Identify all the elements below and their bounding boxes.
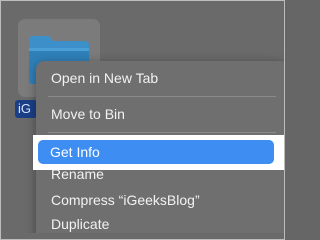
menu-item-move-to-bin[interactable]: Move to Bin — [36, 102, 284, 126]
finder-window: iG Open in New Tab Move to Bin Rename Co… — [0, 0, 285, 240]
menu-separator — [48, 132, 276, 133]
menu-item-open-in-new-tab[interactable]: Open in New Tab — [36, 66, 284, 90]
menu-separator — [48, 96, 276, 97]
menu-item-compress[interactable]: Compress “iGeeksBlog” — [36, 188, 284, 212]
menu-item-get-info[interactable]: Get Info — [38, 140, 274, 164]
bottom-edge — [1, 233, 284, 239]
folder-name-label[interactable]: iG — [15, 100, 37, 118]
